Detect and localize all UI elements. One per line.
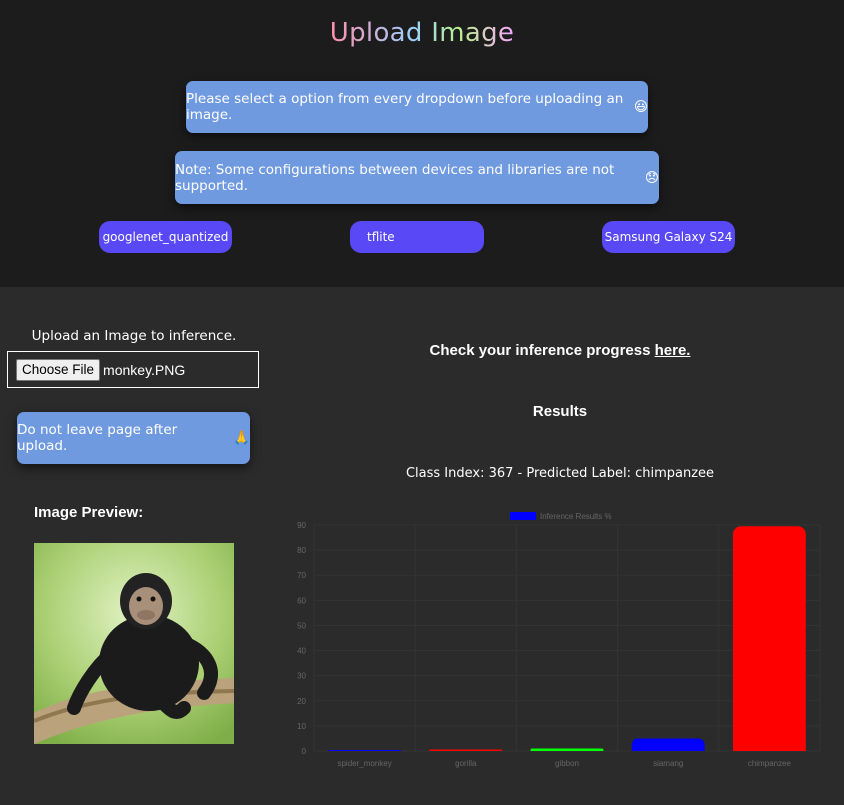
x-tick-label: gibbon bbox=[555, 759, 579, 768]
smile-emoji-icon: 😃 bbox=[633, 99, 648, 115]
praying-hands-emoji-icon: 🙏 bbox=[233, 430, 250, 446]
inference-results-chart: Inference Results % 0 10 20 30 40 50 60 70 80 90 sp… bbox=[297, 512, 821, 768]
progress-link[interactable]: here. bbox=[655, 342, 691, 359]
config-support-note: Note: Some configurations between device… bbox=[175, 151, 659, 204]
legend-label: Inference Results % bbox=[540, 512, 612, 521]
library-dropdown-value: tflite bbox=[367, 230, 395, 244]
file-input[interactable]: Choose File monkey.PNG bbox=[7, 351, 259, 388]
y-tick-label: 30 bbox=[297, 672, 306, 681]
page-title: Upload Image bbox=[329, 18, 515, 48]
y-tick-label: 90 bbox=[297, 521, 306, 530]
y-tick-label: 20 bbox=[297, 697, 306, 706]
y-tick-label: 0 bbox=[302, 747, 307, 756]
y-tick-label: 60 bbox=[297, 596, 306, 605]
y-tick-label: 50 bbox=[297, 621, 306, 630]
bar-base-siamang bbox=[631, 744, 705, 751]
y-tick-label: 80 bbox=[297, 546, 306, 555]
model-dropdown-value: googlenet_quantized bbox=[102, 230, 229, 244]
select-dropdown-note: Please select a option from every dropdo… bbox=[186, 81, 648, 133]
device-dropdown-value: Samsung Galaxy S24 bbox=[604, 230, 733, 244]
bar-base-gorilla bbox=[429, 750, 503, 751]
predicted-label: Class Index: 367 - Predicted Label: chim… bbox=[405, 466, 715, 481]
upload-warning-text: Do not leave page after upload. bbox=[17, 422, 178, 454]
selected-file-name: monkey.PNG bbox=[103, 361, 186, 378]
results-title: Results bbox=[532, 403, 588, 420]
inference-progress-text: Check your inference progress here. bbox=[280, 342, 840, 359]
device-dropdown[interactable]: Samsung Galaxy S24 bbox=[602, 221, 735, 253]
x-tick-label: chimpanzee bbox=[748, 759, 792, 768]
bar-base-spider_monkey bbox=[328, 750, 402, 751]
x-tick-label: gorilla bbox=[455, 759, 477, 768]
x-tick-label: spider_monkey bbox=[337, 759, 391, 768]
y-tick-label: 40 bbox=[297, 647, 306, 656]
upload-label: Upload an Image to inference. bbox=[31, 328, 237, 344]
bar-chimpanzee bbox=[732, 526, 806, 751]
legend-swatch bbox=[510, 512, 536, 520]
model-dropdown[interactable]: googlenet_quantized bbox=[99, 221, 232, 253]
image-preview bbox=[34, 543, 234, 744]
sad-emoji-icon: 😞 bbox=[644, 169, 659, 186]
choose-file-button[interactable]: Choose File bbox=[16, 358, 101, 381]
image-preview-title: Image Preview: bbox=[34, 504, 144, 521]
x-tick-label: siamang bbox=[653, 759, 683, 768]
library-dropdown[interactable]: tflite bbox=[350, 221, 484, 253]
select-note-text: Please select a option from every dropdo… bbox=[186, 91, 624, 123]
y-tick-label: 70 bbox=[297, 571, 306, 580]
header-section: Upload Image Please select a option from… bbox=[0, 0, 844, 287]
config-note-text: Note: Some configurations between device… bbox=[175, 161, 615, 194]
progress-text: Check your inference progress bbox=[429, 342, 651, 359]
chimpanzee-photo-icon bbox=[34, 543, 234, 744]
bar-base-gibbon bbox=[530, 749, 604, 751]
y-tick-label: 10 bbox=[297, 722, 306, 731]
upload-warning-note: Do not leave page after upload. 🙏 bbox=[17, 412, 250, 464]
bar-base-chimpanzee bbox=[732, 743, 806, 751]
